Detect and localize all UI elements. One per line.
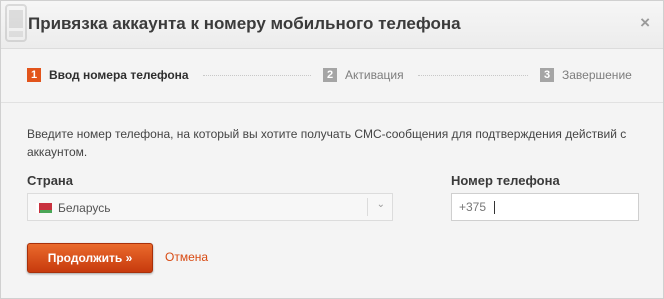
phone-input[interactable] [451,193,639,221]
country-label: Страна [27,173,74,188]
step-3: 3 Завершение [540,68,632,82]
step-1: 1 Ввод номера телефона [27,68,189,82]
step-number: 2 [323,68,337,82]
continue-button[interactable]: Продолжить » [27,243,153,273]
belarus-flag-icon [36,203,52,213]
form-description: Введите номер телефона, на который вы хо… [27,127,627,159]
close-icon[interactable]: × [640,13,650,33]
step-label: Ввод номера телефона [49,68,189,82]
dialog-header: Привязка аккаунта к номеру мобильного те… [1,1,663,49]
text-caret [494,201,495,214]
step-label: Активация [345,68,404,82]
step-divider [203,75,311,76]
phone-label: Номер телефона [451,173,560,188]
form-body: Введите номер телефона, на который вы хо… [27,125,639,273]
phone-icon [5,4,27,42]
step-2: 2 Активация [323,68,404,82]
step-divider [418,75,528,76]
dialog-title: Привязка аккаунта к номеру мобильного те… [28,14,461,33]
chevron-down-icon[interactable]: ⌄ [377,199,385,210]
select-divider [367,198,368,216]
step-number: 3 [540,68,554,82]
country-select-value: Беларусь [58,201,111,215]
step-number: 1 [27,68,41,82]
phone-binding-dialog: Привязка аккаунта к номеру мобильного те… [0,0,664,299]
step-label: Завершение [562,68,632,82]
cancel-link[interactable]: Отмена [165,250,208,264]
country-select[interactable]: Беларусь ⌄ [27,193,393,221]
step-indicator: 1 Ввод номера телефона 2 Активация 3 Зав… [1,49,663,103]
